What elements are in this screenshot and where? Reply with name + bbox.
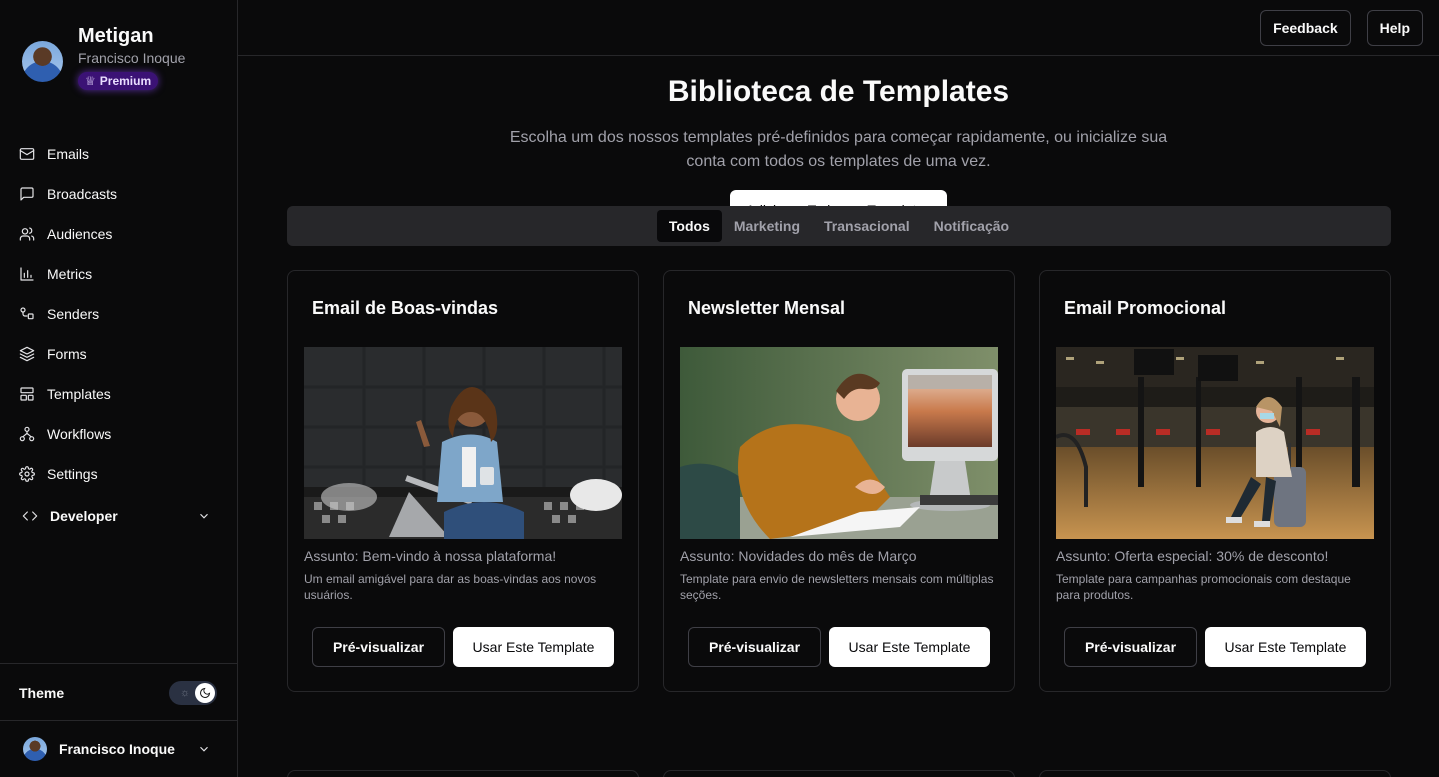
chevron-down-icon xyxy=(200,746,208,752)
tab-transacional[interactable]: Transacional xyxy=(812,210,922,242)
feedback-button[interactable]: Feedback xyxy=(1260,9,1351,46)
use-template-button[interactable]: Usar Este Template xyxy=(829,627,990,667)
gear-icon xyxy=(19,466,35,482)
user-menu[interactable]: Francisco Inoque xyxy=(0,720,237,777)
template-card xyxy=(287,770,639,777)
avatar xyxy=(23,737,47,761)
premium-badge: ♕ Premium xyxy=(78,72,159,90)
preview-button[interactable]: Pré-visualizar xyxy=(1064,627,1197,667)
template-card: Email Promocional Assunto: Oferta especi… xyxy=(1039,270,1391,692)
sidebar-item-senders[interactable]: Senders xyxy=(0,294,237,334)
theme-row: Theme ☼ xyxy=(0,663,237,721)
card-actions: Pré-visualizar Usar Este Template xyxy=(312,627,614,667)
user-menu-name: Francisco Inoque xyxy=(59,741,175,757)
card-description: Template para envio de newsletters mensa… xyxy=(680,572,994,602)
main-content: Feedback Help Biblioteca de Templates Es… xyxy=(238,0,1439,777)
code-icon xyxy=(22,511,38,521)
preview-button[interactable]: Pré-visualizar xyxy=(688,627,821,667)
sun-icon: ☼ xyxy=(179,686,191,699)
sidebar-item-label: Metrics xyxy=(47,266,93,282)
card-title: Newsletter Mensal xyxy=(688,298,846,318)
senders-icon xyxy=(20,307,34,320)
sidebar-item-metrics[interactable]: Metrics xyxy=(0,254,237,294)
tab-todos[interactable]: Todos xyxy=(656,210,722,242)
use-template-button[interactable]: Usar Este Template xyxy=(453,627,614,667)
theme-label: Theme xyxy=(19,684,65,701)
sidebar-item-settings[interactable]: Settings xyxy=(0,454,237,494)
sidebar-item-broadcasts[interactable]: Broadcasts xyxy=(0,174,237,214)
card-title: Email Promocional xyxy=(1064,298,1227,318)
theme-toggle[interactable]: ☼ xyxy=(169,680,217,705)
mail-icon xyxy=(19,148,35,160)
app-name: Metigan xyxy=(78,25,154,47)
category-tabs: Todos Marketing Transacional Notificação xyxy=(287,206,1391,246)
page-title: Biblioteca de Templates xyxy=(667,75,1010,108)
moon-icon xyxy=(200,687,211,698)
hero: Biblioteca de Templates Escolha um dos n… xyxy=(238,56,1439,230)
sidebar-item-label: Templates xyxy=(47,386,111,402)
tab-notificacao[interactable]: Notificação xyxy=(922,210,1021,242)
card-subject: Assunto: Bem-vindo à nossa plataforma! xyxy=(304,548,557,564)
sidebar-item-label: Senders xyxy=(47,306,100,322)
sidebar-item-label: Audiences xyxy=(47,226,113,242)
preview-button[interactable]: Pré-visualizar xyxy=(312,627,445,667)
users-icon xyxy=(19,227,35,241)
sidebar: Metigan Francisco Inoque ♕ Premium Email… xyxy=(0,0,238,777)
premium-badge-label: Premium xyxy=(99,74,152,88)
page-subtitle: Escolha um dos nossos templates pré-defi… xyxy=(509,129,1168,170)
bar-chart-icon xyxy=(20,267,34,281)
card-actions: Pré-visualizar Usar Este Template xyxy=(688,627,990,667)
layers-icon xyxy=(19,346,35,362)
user-name: Francisco Inoque xyxy=(78,50,186,66)
card-description: Um email amigável para dar as boas-vinda… xyxy=(304,572,597,602)
profile-header: Metigan Francisco Inoque ♕ Premium xyxy=(0,0,237,114)
card-description: Template para campanhas promocionais com… xyxy=(1056,572,1351,602)
sidebar-item-forms[interactable]: Forms xyxy=(0,334,237,374)
toggle-knob xyxy=(195,682,215,703)
templates-icon xyxy=(20,387,34,401)
tab-marketing[interactable]: Marketing xyxy=(722,210,812,242)
sidebar-nav: Emails Broadcasts Audiences Metrics Send… xyxy=(0,114,237,538)
help-button[interactable]: Help xyxy=(1366,9,1423,46)
template-card: Newsletter Mensal Assunto: Novidades do … xyxy=(663,270,1015,692)
template-card: Email de Boas-vindas Assunto: Bem-vindo … xyxy=(287,270,639,692)
sidebar-item-developer[interactable]: Developer xyxy=(0,494,237,538)
template-cards: Email de Boas-vindas Assunto: Bem-vindo … xyxy=(287,270,1391,692)
sidebar-item-audiences[interactable]: Audiences xyxy=(0,214,237,254)
card-title: Email de Boas-vindas xyxy=(312,298,499,318)
card-image xyxy=(680,347,998,539)
template-cards-next-row xyxy=(287,770,1391,777)
card-image xyxy=(304,347,622,539)
sidebar-item-label: Forms xyxy=(47,346,87,362)
template-card xyxy=(663,770,1015,777)
sidebar-item-label: Broadcasts xyxy=(47,186,118,202)
chevron-down-icon xyxy=(200,513,208,519)
message-square-icon xyxy=(20,187,34,201)
avatar[interactable] xyxy=(22,41,63,82)
sidebar-item-label: Settings xyxy=(47,466,98,482)
sidebar-item-emails[interactable]: Emails xyxy=(0,134,237,174)
app-root: Metigan Francisco Inoque ♕ Premium Email… xyxy=(0,0,1439,777)
sidebar-item-label: Developer xyxy=(50,508,118,524)
sidebar-item-label: Emails xyxy=(47,146,90,162)
sidebar-item-label: Workflows xyxy=(47,426,112,442)
sidebar-item-workflows[interactable]: Workflows xyxy=(0,414,237,454)
card-subject: Assunto: Novidades do mês de Março xyxy=(680,548,917,564)
topbar: Feedback Help xyxy=(238,0,1439,56)
template-card xyxy=(1039,770,1391,777)
workflow-icon xyxy=(19,426,35,442)
card-image xyxy=(1056,347,1374,539)
crown-icon: ♕ xyxy=(85,74,96,88)
card-subject: Assunto: Oferta especial: 30% de descont… xyxy=(1056,548,1329,564)
profile-text: Metigan Francisco Inoque ♕ Premium xyxy=(78,24,185,90)
card-actions: Pré-visualizar Usar Este Template xyxy=(1064,627,1366,667)
use-template-button[interactable]: Usar Este Template xyxy=(1205,627,1366,667)
sidebar-item-templates[interactable]: Templates xyxy=(0,374,237,414)
